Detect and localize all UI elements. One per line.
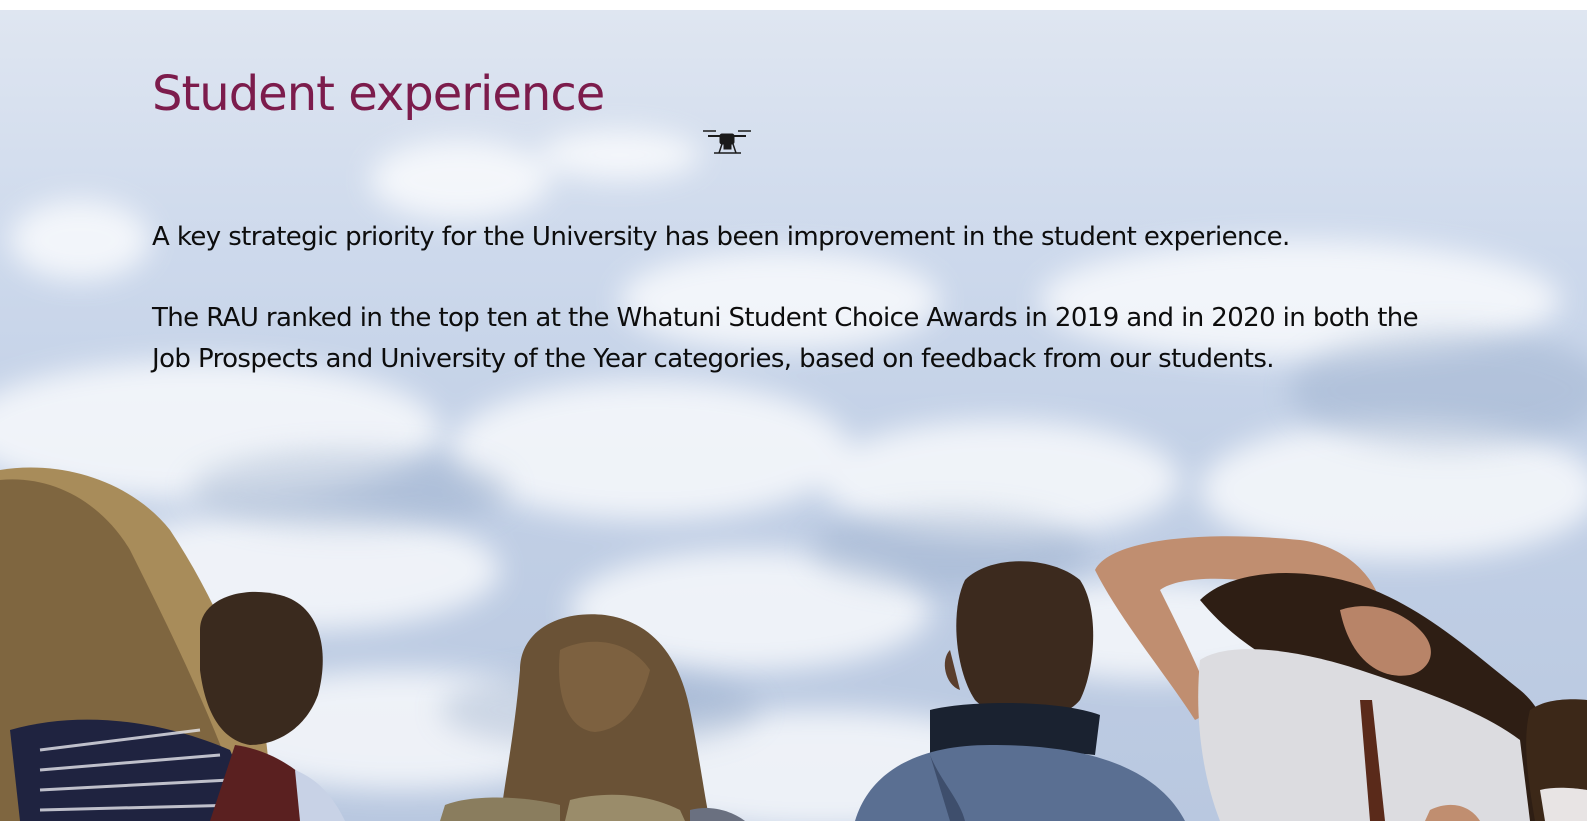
- slide-title: Student experience: [152, 66, 605, 122]
- paragraph-strategic-priority: A key strategic priority for the Univers…: [152, 222, 1290, 252]
- drone-icon: [703, 130, 751, 154]
- background-photo: [0, 130, 1587, 821]
- paragraph-whatuni-ranking: The RAU ranked in the top ten at the Wha…: [152, 303, 1419, 374]
- slide: Student experience A key strategic prior…: [0, 10, 1587, 821]
